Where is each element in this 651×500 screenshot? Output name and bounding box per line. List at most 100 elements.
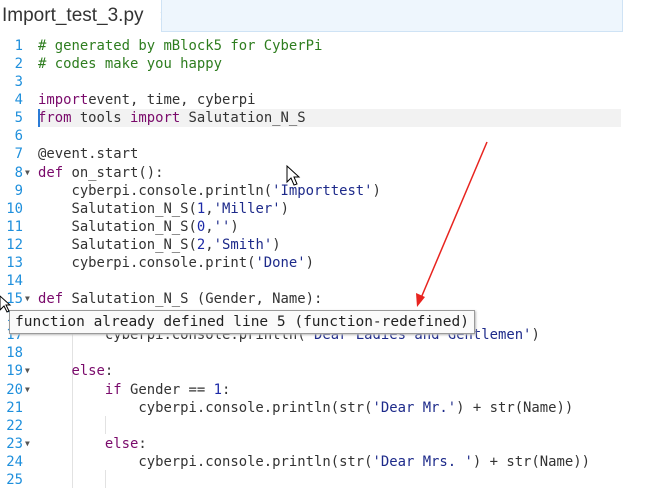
code-line[interactable]: 8 ▼ def on_start(): [0,164,651,182]
code-token: cyberpi.console.println( [38,182,273,199]
code-line[interactable]: 6 [0,127,651,145]
code-line[interactable]: 2 # codes make you happy [0,55,651,73]
line-number: 1 [14,38,23,54]
code-token: ) [305,254,314,271]
code-line[interactable]: 13 cyberpi.console.print('Done') [0,254,651,272]
line-number: 11 [6,218,23,235]
code-text: cyberpi.console.println('Importtest') [38,182,380,200]
code-line[interactable]: 5 from tools import Salutation_N_S [0,109,651,128]
fold-arrow-icon[interactable]: ▼ [25,381,30,399]
code-token: cyberpi.console.print( [38,254,256,271]
keyword-token: def [38,291,64,308]
code-token: on_start(): [63,164,164,181]
code-text: # codes make you happy [38,55,222,73]
line-number: 3 [14,74,23,91]
code-text: cyberpi.console.println(str('Dear Mrs. '… [38,453,590,471]
line-number: 12 [6,236,23,253]
string-token: 'Smith' [213,236,273,253]
comment-token: # generated by mBlock5 for CyberPi [38,38,323,54]
code-token: ) [230,218,239,235]
number-token: 1 [213,381,223,398]
line-number: 13 [6,254,23,271]
string-token: '' [213,218,231,235]
code-token: ) [280,200,289,217]
code-line[interactable]: 21 cyberpi.console.println(str('Dear Mr.… [0,399,651,417]
code-line[interactable]: 18 [0,344,651,362]
code-text: @event.start [38,145,138,163]
string-token: 'Dear Mrs. ' [372,453,473,470]
code-line[interactable]: 4 importevent, time, cyberpi [0,91,651,109]
code-line[interactable]: 10 Salutation_N_S(1,'Miller') [0,200,651,218]
line-number: 20 [6,381,23,398]
code-text: from tools import Salutation_N_S [38,109,306,127]
code-text: # generated by mBlock5 for CyberPi [38,37,322,55]
line-number: 5 [14,110,23,127]
line-number: 24 [6,453,23,470]
code-line[interactable]: 1 # generated by mBlock5 for CyberPi [0,37,651,55]
code-token: Salutation_N_S( [38,218,197,235]
fold-arrow-icon[interactable]: ▼ [25,362,30,380]
keyword-token: else [104,435,139,452]
keyword-token: from [38,110,72,127]
code-line[interactable]: 12 Salutation_N_S(2,'Smith') [0,236,651,254]
line-number: 15 [6,291,23,308]
fold-arrow-icon[interactable]: ▼ [25,164,30,182]
code-text: def Salutation_N_S (Gender, Name): [38,290,322,308]
code-line[interactable]: 14 [0,272,651,290]
tab-bar-empty [161,0,623,32]
code-line[interactable]: 24 cyberpi.console.println(str('Dear Mrs… [0,453,651,471]
code-token: Salutation_N_S( [38,236,197,253]
code-text: Salutation_N_S(0,'') [38,218,239,236]
code-token: Salutation_N_S [180,110,306,127]
code-token: ) [531,327,540,344]
code-line[interactable]: 20 ▼ if Gender == 1: [0,381,651,399]
code-text: else: [38,362,113,380]
code-line[interactable]: 25 [0,471,651,489]
code-token: : [138,435,147,452]
fold-arrow-icon[interactable]: ▼ [25,290,30,308]
comment-token: # codes make you happy [38,56,222,73]
code-line[interactable]: 15 ▼ def Salutation_N_S (Gender, Name): [0,290,651,308]
line-number: 7 [14,146,23,163]
code-token: : [104,363,114,380]
line-number: 2 [14,56,23,73]
tab-title: Import_test_3.py [2,5,144,26]
keyword-token: if [104,381,122,398]
code-text: Salutation_N_S(1,'Miller') [38,200,289,218]
line-number: 8 [14,164,23,181]
code-token: , [205,218,214,235]
code-line[interactable]: 3 [0,73,651,91]
lint-tooltip: function already defined line 5 (functio… [9,310,475,334]
code-line[interactable]: 23 ▼ else: [0,435,651,453]
code-text: Salutation_N_S(2,'Smith') [38,236,281,254]
code-token: tools [71,110,130,127]
code-text: if Gender == 1: [38,381,230,399]
line-number: 14 [6,273,23,290]
line-number: 25 [6,471,23,488]
code-line[interactable]: 22 [0,417,651,435]
code-line[interactable]: 11 Salutation_N_S(0,'') [0,218,651,236]
line-number: 23 [6,435,23,452]
line-number: 4 [14,92,23,109]
keyword-token: import [130,110,181,127]
code-token: , [205,236,214,253]
code-line[interactable]: 7 @event.start [0,145,651,163]
fold-arrow-icon[interactable]: ▼ [25,435,30,453]
code-token: ) [272,236,281,253]
code-text: importevent, time, cyberpi [38,91,255,109]
text-cursor [38,109,40,128]
code-text: def on_start(): [38,164,163,182]
tab-import-test-3[interactable]: Import_test_3.py × [0,0,170,32]
code-text: cyberpi.console.print('Done') [38,254,314,272]
code-token: ) + str(Name)) [472,453,590,470]
code-token: Gender == [121,381,214,398]
code-token: ) + str(Name)) [456,399,574,416]
keyword-token: import [38,92,89,109]
code-line[interactable]: 9 cyberpi.console.println('Importtest') [0,182,651,200]
code-text: else: [38,435,147,453]
line-number: 9 [14,182,23,199]
code-line[interactable]: 19 ▼ else: [0,362,651,380]
